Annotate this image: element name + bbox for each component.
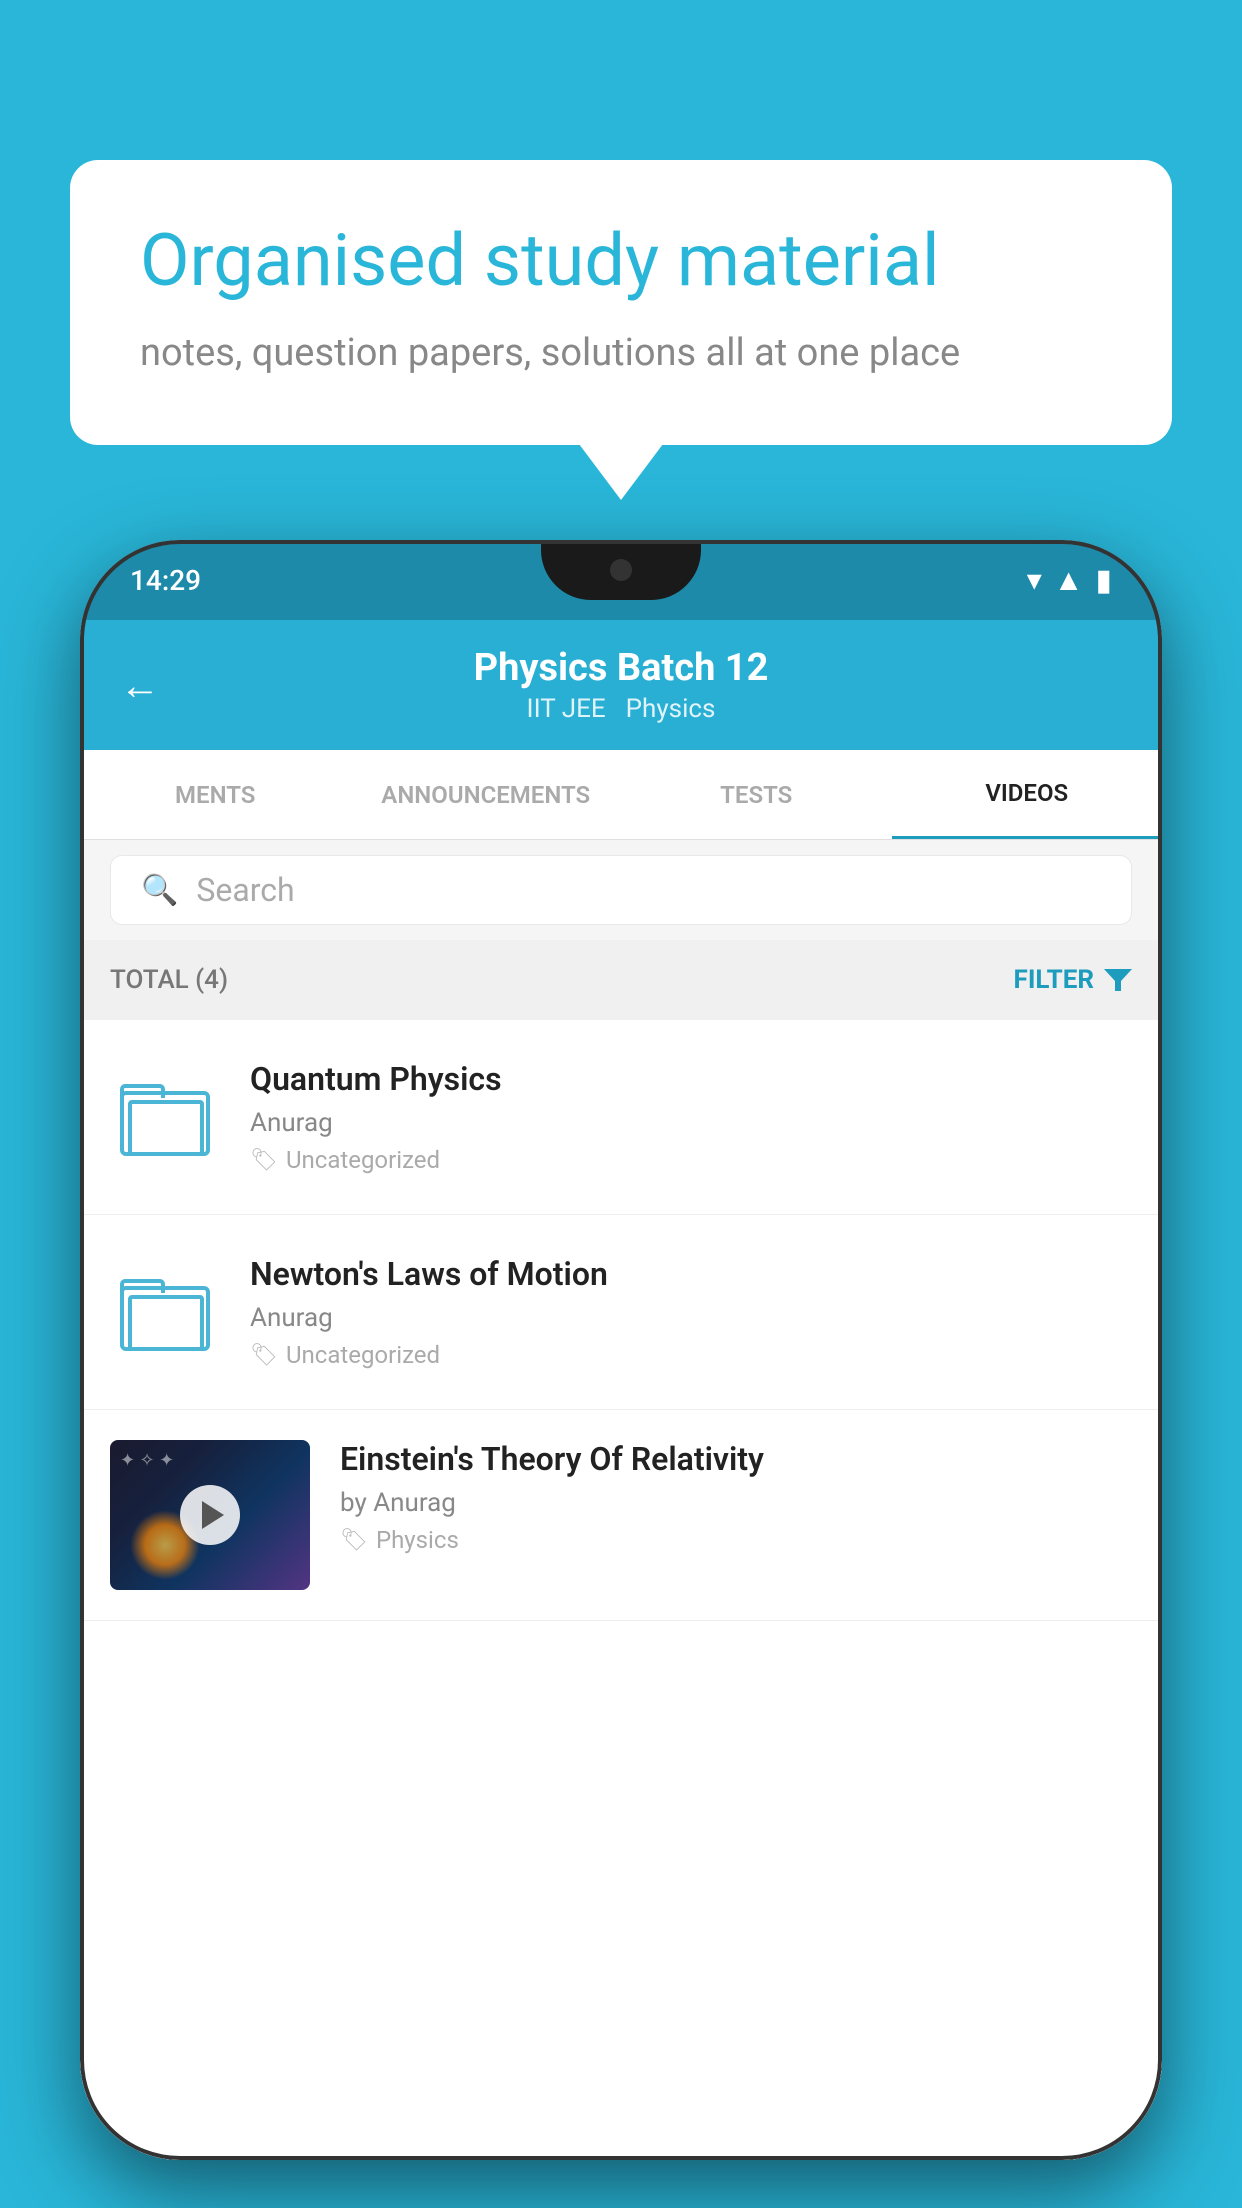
phone-container: 14:29 ▾ ▲ ▮ ← Physics Batch 12 IIT JEE: [80, 540, 1162, 2208]
play-icon: [202, 1501, 224, 1529]
search-bar: 🔍 Search: [80, 840, 1162, 940]
tag-label: Physics: [376, 1526, 459, 1554]
total-count-label: TOTAL (4): [110, 965, 228, 995]
filter-funnel-icon: [1104, 969, 1132, 991]
page-title: Physics Batch 12: [474, 646, 769, 690]
speech-bubble-heading: Organised study material: [140, 220, 1102, 303]
folder-icon-wrap: [110, 1062, 220, 1172]
speech-bubble: Organised study material notes, question…: [70, 160, 1172, 445]
tab-bar: MENTS ANNOUNCEMENTS TESTS VIDEOS: [80, 750, 1162, 840]
video-author: by Anurag: [340, 1488, 1132, 1518]
play-button[interactable]: [180, 1485, 240, 1545]
tag-icon: 🏷: [340, 1528, 368, 1553]
tab-ments[interactable]: MENTS: [80, 750, 351, 839]
folder-front: [128, 1295, 204, 1351]
status-icons: ▾ ▲ ▮: [1027, 563, 1112, 598]
video-author: Anurag: [250, 1303, 1132, 1333]
video-thumbnail: [110, 1440, 310, 1590]
camera: [610, 559, 632, 581]
status-bar: 14:29 ▾ ▲ ▮: [80, 540, 1162, 620]
phone-screen: 14:29 ▾ ▲ ▮ ← Physics Batch 12 IIT JEE: [80, 540, 1162, 2160]
folder-front: [128, 1100, 204, 1156]
tag-label: Uncategorized: [286, 1146, 440, 1174]
battery-icon: ▮: [1095, 563, 1112, 598]
video-info: Einstein's Theory Of Relativity by Anura…: [340, 1440, 1132, 1554]
tab-videos[interactable]: VIDEOS: [892, 750, 1163, 839]
tab-announcements[interactable]: ANNOUNCEMENTS: [351, 750, 622, 839]
header-title-wrap: Physics Batch 12 IIT JEE Physics: [474, 646, 769, 724]
filter-button[interactable]: FILTER: [1014, 965, 1132, 995]
search-input-wrap[interactable]: 🔍 Search: [110, 855, 1132, 925]
speech-bubble-subtext: notes, question papers, solutions all at…: [140, 331, 1102, 375]
video-author: Anurag: [250, 1108, 1132, 1138]
tag-icon: 🏷: [250, 1343, 278, 1368]
phone-notch: [541, 540, 701, 600]
subtitle-physics: Physics: [626, 694, 716, 724]
folder-icon: [120, 1078, 210, 1156]
video-title: Quantum Physics: [250, 1060, 1132, 1098]
tag-label: Uncategorized: [286, 1341, 440, 1369]
filter-bar: TOTAL (4) FILTER: [80, 940, 1162, 1020]
video-title: Newton's Laws of Motion: [250, 1255, 1132, 1293]
content-area: Quantum Physics Anurag 🏷 Uncategorized: [80, 1020, 1162, 2160]
signal-icon: ▲: [1054, 563, 1084, 598]
header-subtitle: IIT JEE Physics: [474, 694, 769, 724]
video-tag: 🏷 Physics: [340, 1526, 1132, 1554]
video-title: Einstein's Theory Of Relativity: [340, 1440, 1132, 1478]
list-item[interactable]: Einstein's Theory Of Relativity by Anura…: [80, 1410, 1162, 1621]
video-tag: 🏷 Uncategorized: [250, 1341, 1132, 1369]
list-item[interactable]: Newton's Laws of Motion Anurag 🏷 Uncateg…: [80, 1215, 1162, 1410]
phone-frame: 14:29 ▾ ▲ ▮ ← Physics Batch 12 IIT JEE: [80, 540, 1162, 2160]
filter-label: FILTER: [1014, 965, 1094, 995]
app-header: ← Physics Batch 12 IIT JEE Physics: [80, 620, 1162, 750]
tag-icon: 🏷: [250, 1148, 278, 1173]
folder-icon: [120, 1273, 210, 1351]
video-info: Quantum Physics Anurag 🏷 Uncategorized: [250, 1060, 1132, 1174]
video-info: Newton's Laws of Motion Anurag 🏷 Uncateg…: [250, 1255, 1132, 1369]
back-button[interactable]: ←: [120, 662, 160, 709]
subtitle-iitjee: IIT JEE: [527, 694, 606, 724]
search-icon: 🔍: [141, 873, 178, 908]
folder-icon-wrap: [110, 1257, 220, 1367]
tab-tests[interactable]: TESTS: [621, 750, 892, 839]
search-placeholder: Search: [196, 871, 294, 909]
wifi-icon: ▾: [1027, 563, 1042, 598]
video-tag: 🏷 Uncategorized: [250, 1146, 1132, 1174]
list-item[interactable]: Quantum Physics Anurag 🏷 Uncategorized: [80, 1020, 1162, 1215]
status-time: 14:29: [130, 564, 201, 597]
